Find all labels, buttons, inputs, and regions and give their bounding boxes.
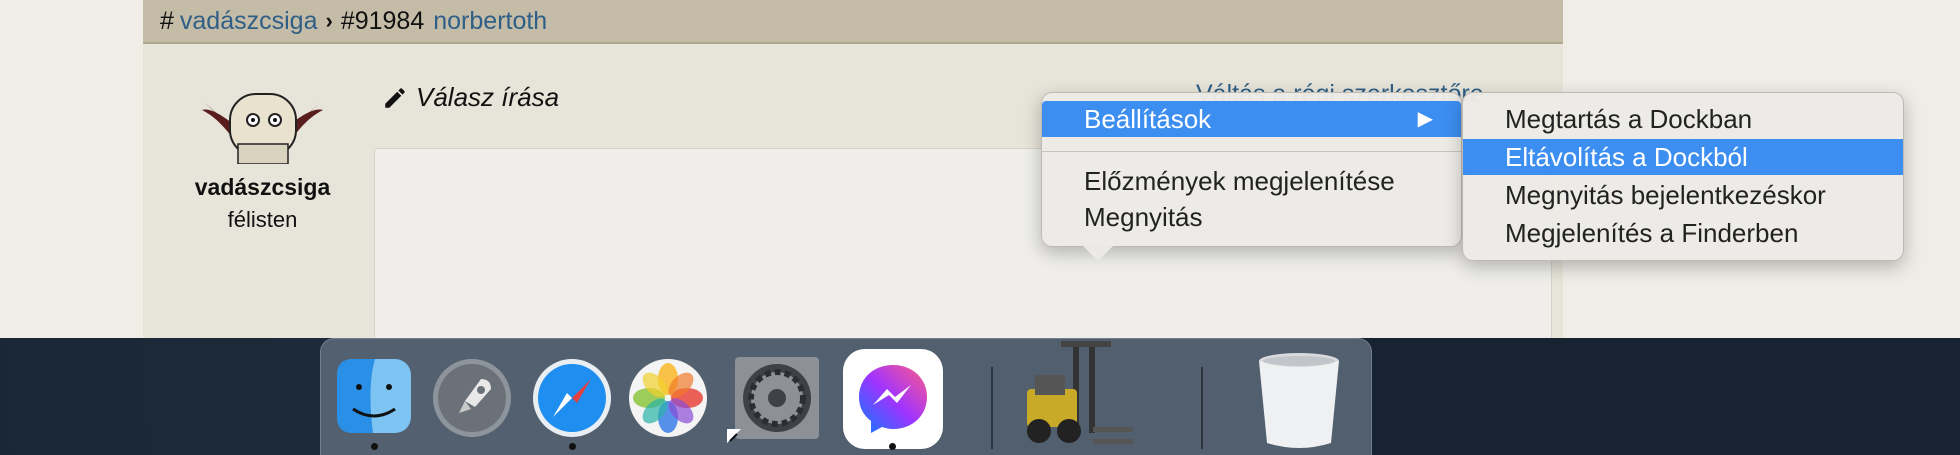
dock [320, 338, 1372, 455]
breadcrumb-recipient-link[interactable]: norbertoth [433, 7, 547, 36]
reply-heading-label: Válasz írása [416, 82, 560, 112]
submenu-item-remove-from-dock[interactable]: Eltávolítás a Dockból [1463, 139, 1903, 175]
system-preferences-icon[interactable] [727, 357, 821, 448]
context-menu-pointer [1082, 245, 1114, 261]
dock-context-menu: Beállítások ▶ Előzmények megjelenítése M… [1041, 92, 1462, 247]
user-rank: félisten [227, 207, 298, 232]
breadcrumb-hash: # [160, 6, 174, 35]
breadcrumb-topic-number: #91984 [340, 6, 425, 35]
safari-running-indicator [569, 443, 576, 450]
breadcrumb: # vadászcsiga › #91984 norbertoth [143, 0, 1563, 44]
menu-item-options[interactable]: Beállítások ▶ [1042, 101, 1461, 137]
forklift-icon[interactable] [1021, 339, 1151, 455]
dock-divider [991, 367, 993, 449]
safari-icon[interactable] [531, 357, 613, 444]
messenger-running-indicator [889, 443, 896, 450]
finder-running-indicator [371, 443, 378, 450]
menu-item-show-recents[interactable]: Előzmények megjelenítése [1042, 163, 1461, 199]
dock-divider [1201, 367, 1203, 449]
messenger-icon[interactable] [841, 347, 945, 455]
finder-icon[interactable] [335, 357, 413, 440]
menu-separator [1042, 151, 1461, 152]
submenu-item-keep-in-dock[interactable]: Megtartás a Dockban [1463, 101, 1903, 137]
options-submenu: Megtartás a Dockban Eltávolítás a Dockbó… [1462, 92, 1904, 261]
menu-item-open[interactable]: Megnyitás [1042, 199, 1461, 235]
submenu-item-show-in-finder[interactable]: Megjelenítés a Finderben [1463, 215, 1903, 251]
pencil-icon [385, 87, 405, 108]
submenu-arrow-icon: ▶ [1417, 108, 1433, 130]
submenu-item-open-at-login[interactable]: Megnyitás bejelentkezéskor [1463, 177, 1903, 213]
avatar[interactable] [200, 82, 325, 164]
launchpad-icon[interactable] [431, 357, 513, 444]
photos-icon[interactable] [627, 357, 709, 444]
breadcrumb-author-link[interactable]: vadászcsiga [180, 7, 318, 36]
trash-icon[interactable] [1251, 349, 1347, 454]
chevron-right-icon: › [325, 8, 333, 33]
reply-heading: Válasz írása [382, 82, 559, 113]
username[interactable]: vadászcsiga [150, 174, 375, 201]
